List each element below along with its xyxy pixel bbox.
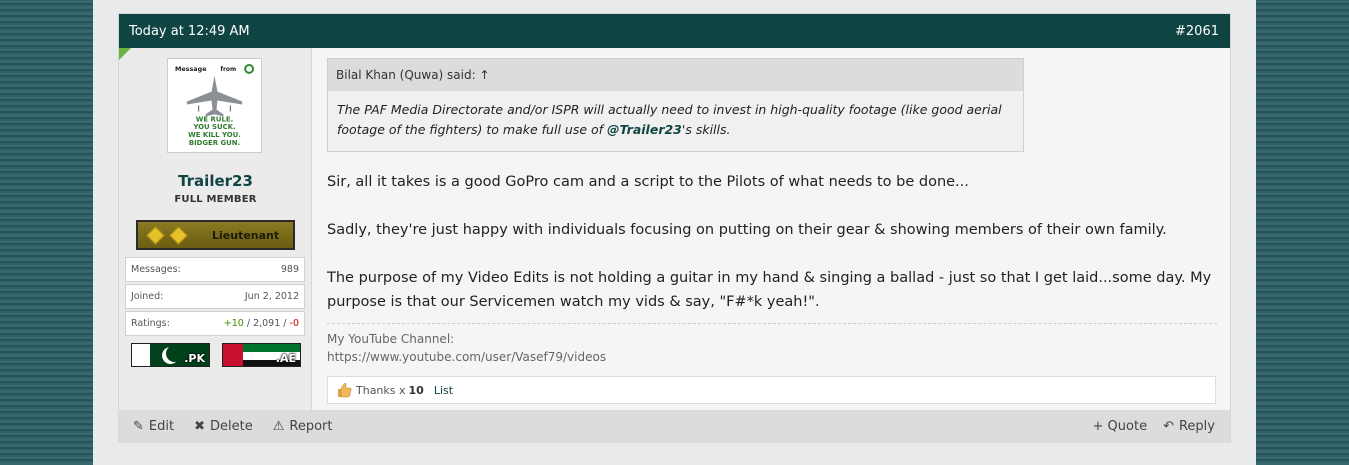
report-button[interactable]: ⚠ Report — [273, 419, 333, 434]
thanks-bar: Thanks x 10 List — [327, 376, 1216, 404]
user-mention-link[interactable]: @Trailer23 — [607, 122, 682, 137]
pakistan-flag-icon: .PK — [131, 343, 210, 367]
ratings-sep: / — [243, 318, 254, 329]
post-content: Bilal Khan (Quwa) said: ↑ The PAF Media … — [327, 58, 1217, 404]
quote-header: Bilal Khan (Quwa) said: ↑ — [328, 59, 1023, 91]
stat-value: Jun 2, 2012 — [244, 291, 299, 302]
close-icon: ✖ — [194, 419, 205, 434]
stat-label: Messages: — [131, 264, 181, 275]
rank-star-icon — [146, 225, 165, 245]
post-number[interactable]: #2061 — [1175, 24, 1219, 39]
quote-text-end: 's skills. — [681, 122, 731, 137]
user-info-panel: Message from WE RULE. YOU SUCK. WE KILL … — [119, 48, 312, 410]
edit-button[interactable]: ✎ Edit — [133, 419, 174, 434]
ratings-negative: -0 — [289, 318, 299, 329]
avatar-slogan2: YOU SUCK. — [192, 123, 235, 131]
thanks-list-link[interactable]: List — [434, 384, 453, 397]
avatar-line1: Message — [175, 65, 207, 73]
avatar-slogan4: BIDGER GUN. — [189, 139, 240, 147]
country-flags: .PK .AE — [131, 343, 301, 367]
right-actions: + Quote ↶ Reply — [1093, 419, 1215, 434]
quote-button[interactable]: + Quote — [1093, 419, 1148, 434]
stat-joined: Joined: Jun 2, 2012 — [125, 284, 305, 309]
thanks-label: Thanks x — [356, 383, 406, 397]
new-post-corner — [119, 48, 131, 60]
avatar-slogan3: WE KILL YOU. — [188, 131, 241, 139]
edit-label: Edit — [148, 419, 175, 434]
avatar-slogan1: WE RULE. — [196, 115, 233, 123]
delete-label: Delete — [210, 419, 253, 434]
message-paragraph: Sadly, they're just happy with individua… — [327, 222, 1167, 238]
uae-flag-icon: .AE — [222, 343, 301, 367]
quote-label: + Quote — [1092, 419, 1148, 434]
quote-jump-arrow-icon[interactable]: ↑ — [479, 68, 489, 82]
quote-block: Bilal Khan (Quwa) said: ↑ The PAF Media … — [327, 58, 1024, 152]
warning-icon: ⚠ — [272, 419, 285, 434]
stat-messages: Messages: 989 — [125, 257, 305, 282]
delete-button[interactable]: ✖ Delete — [194, 419, 253, 434]
quote-author: Bilal Khan (Quwa) said: — [336, 68, 476, 82]
username[interactable]: Trailer23 — [119, 172, 312, 190]
ratings-value[interactable]: +10 / 2,091 / -0 — [224, 318, 299, 329]
page-container: Today at 12:49 AM #2061 Message from WE … — [93, 0, 1256, 465]
report-label: Report — [289, 419, 333, 434]
signature: My YouTube Channel: https://www.youtube.… — [327, 323, 1217, 366]
rank-badge: Lieutenant — [136, 220, 295, 250]
message-paragraph: The purpose of my Video Edits is not hol… — [327, 270, 1212, 310]
reply-arrow-icon: ↶ — [1163, 419, 1174, 434]
post-header: Today at 12:49 AM #2061 — [119, 14, 1230, 48]
pencil-icon: ✎ — [133, 419, 144, 434]
flag-label-pk: .PK — [184, 352, 205, 365]
ratings-sep: / — [280, 318, 290, 329]
stat-label: Ratings: — [131, 318, 170, 329]
avatar[interactable]: Message from WE RULE. YOU SUCK. WE KILL … — [167, 58, 262, 153]
ratings-positive: +10 — [223, 318, 244, 329]
message-body: Sir, all it takes is a good GoPro cam an… — [327, 170, 1217, 314]
stat-label: Joined: — [131, 291, 164, 302]
rank-label: Lieutenant — [212, 228, 280, 242]
user-title: FULL MEMBER — [174, 194, 257, 205]
flag-label-ae: .AE — [275, 352, 296, 365]
thanks-count: 10 — [408, 383, 424, 397]
reply-button[interactable]: ↶ Reply — [1163, 419, 1215, 434]
avatar-image: Message from WE RULE. YOU SUCK. WE KILL … — [171, 62, 258, 149]
thumbs-up-icon — [338, 383, 352, 398]
ratings-neutral: 2,091 — [253, 318, 281, 329]
post-footer: ✎ Edit ✖ Delete ⚠ Report + Quote ↶ Reply — [119, 410, 1230, 443]
signature-label: My YouTube Channel: — [327, 332, 455, 346]
rank-star-icon — [169, 225, 188, 245]
message-paragraph: Sir, all it takes is a good GoPro cam an… — [327, 174, 969, 190]
user-stats: Messages: 989 Joined: Jun 2, 2012 Rating… — [125, 257, 305, 338]
quote-body: The PAF Media Directorate and/or ISPR wi… — [328, 91, 1023, 151]
post-timestamp[interactable]: Today at 12:49 AM — [129, 24, 250, 39]
stat-ratings: Ratings: +10 / 2,091 / -0 — [125, 311, 305, 336]
reply-label: Reply — [1178, 419, 1215, 434]
left-actions: ✎ Edit ✖ Delete ⚠ Report — [133, 419, 332, 434]
stat-value[interactable]: 989 — [281, 264, 299, 275]
forum-post: Today at 12:49 AM #2061 Message from WE … — [118, 13, 1231, 443]
signature-link[interactable]: https://www.youtube.com/user/Vasef79/vid… — [327, 348, 1217, 366]
avatar-line2: from — [220, 66, 236, 73]
